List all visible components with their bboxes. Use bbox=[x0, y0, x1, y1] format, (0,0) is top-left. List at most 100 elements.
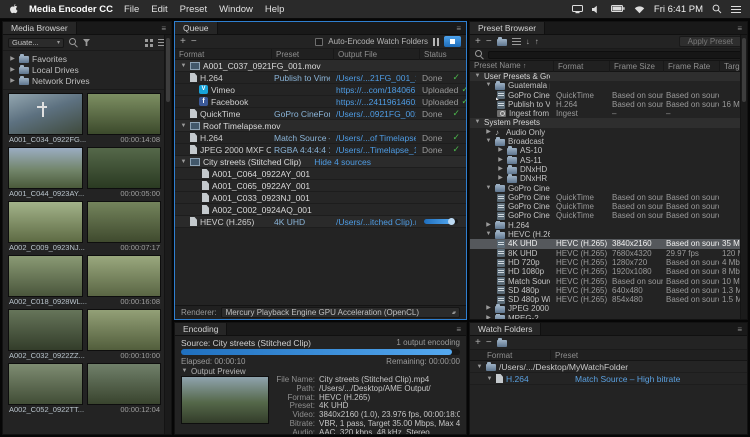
clip-cell[interactable]: A002_C018_0928WL... 00:00:16:08 bbox=[8, 255, 161, 306]
column-header-preset-name[interactable]: Preset Name ↑ bbox=[470, 60, 553, 72]
preset-row[interactable]: ▶ DNxHR MXF OP1a bbox=[470, 174, 747, 183]
disclosure-icon[interactable]: ▶ bbox=[497, 146, 504, 155]
preset-row[interactable]: ▶ Audio Only bbox=[470, 128, 747, 137]
output-link[interactable]: https://...24119614602283 bbox=[336, 97, 416, 107]
queue-row[interactable]: A001_C065_0922AY_001 ✓ bbox=[175, 180, 466, 192]
disclosure-icon[interactable]: ▼ bbox=[474, 72, 481, 81]
column-header-frame-size[interactable]: Frame Size bbox=[609, 61, 663, 72]
queue-row[interactable]: Facebook https://...24119614602283 Uploa… bbox=[175, 96, 466, 108]
collapse-icon[interactable]: ▼ bbox=[486, 376, 493, 382]
preset-link[interactable]: RGBA 4:4:4:4 12-bit 300... bbox=[274, 145, 330, 155]
scrollbar[interactable] bbox=[740, 35, 747, 319]
preset-row[interactable]: Publish to Vimeo & Facebook H.264 Based … bbox=[470, 100, 747, 109]
tab-media-browser[interactable]: Media Browser bbox=[3, 22, 77, 34]
apple-menu-icon[interactable] bbox=[9, 4, 18, 15]
clip-thumbnail[interactable] bbox=[8, 309, 83, 351]
clip-cell[interactable]: A002_C052_0922TT... 00:00:12:04 bbox=[8, 363, 161, 414]
tab-encoding[interactable]: Encoding bbox=[175, 323, 227, 335]
preset-row[interactable]: ▼ User Presets & Groups bbox=[470, 72, 747, 81]
notification-center-icon[interactable] bbox=[731, 5, 741, 14]
remove-item-button[interactable]: − bbox=[191, 37, 197, 47]
clip-thumbnail[interactable] bbox=[87, 201, 162, 243]
add-watch-folder-button[interactable]: + bbox=[475, 338, 481, 348]
collapse-icon[interactable]: ▼ bbox=[180, 159, 187, 165]
pause-queue-button[interactable] bbox=[433, 38, 439, 46]
disclosure-icon[interactable]: ▶ bbox=[497, 165, 504, 174]
disclosure-icon[interactable]: ▶ bbox=[497, 156, 504, 165]
filter-icon[interactable] bbox=[83, 39, 90, 46]
disclosure-icon[interactable]: ▼ bbox=[485, 81, 492, 90]
create-preset-button[interactable]: + bbox=[475, 37, 481, 47]
output-link[interactable]: /Users/...0921FG_001.mov bbox=[336, 109, 416, 119]
queue-row[interactable]: Vimeo https://...com/184066142 Uploaded bbox=[175, 84, 466, 96]
clip-cell[interactable]: A001_C034_0922FG... 00:00:14:08 bbox=[8, 93, 161, 144]
preset-row[interactable]: GoPro CineForm RGB 12-bit with alpha Qui… bbox=[470, 193, 747, 202]
remove-watch-folder-button[interactable]: − bbox=[486, 338, 492, 348]
preset-row[interactable]: ▼ GoPro CineForm bbox=[470, 184, 747, 193]
collapse-icon[interactable]: ▼ bbox=[180, 123, 187, 129]
clip-cell[interactable]: A002_C009_0923NJ... 00:00:07:17 bbox=[8, 201, 161, 252]
watch-folder-row[interactable]: ▼ /Users/.../Desktop/MyWatchFolder bbox=[470, 361, 747, 373]
clip-thumbnail[interactable] bbox=[8, 363, 83, 405]
preset-row[interactable]: ▼ Guatemala presets bbox=[470, 81, 747, 90]
output-link[interactable]: /Users/...Timelapse_1.mxf bbox=[336, 145, 416, 155]
preset-row[interactable]: 8K UHD HEVC (H.265) 7680x4320 29.97 fps … bbox=[470, 249, 747, 258]
preset-row[interactable]: GoPro CineForm RGB 12-bit QuickTime Base… bbox=[470, 202, 747, 211]
collapse-icon[interactable]: ▼ bbox=[180, 63, 187, 69]
output-link[interactable]: /Users/...21FG_001_1.mp4 bbox=[336, 73, 416, 83]
wifi-icon[interactable] bbox=[634, 5, 645, 14]
source-select[interactable]: Guate... ▾ bbox=[8, 38, 64, 48]
clip-thumbnail[interactable] bbox=[87, 309, 162, 351]
tree-item[interactable]: ▶ Local Drives bbox=[3, 64, 171, 75]
preset-row[interactable]: GoPro CineForm RGB 12-bit with alpha (Al… bbox=[470, 91, 747, 100]
menu-clock[interactable]: Fri 6:41 PM bbox=[654, 4, 703, 15]
preset-row[interactable]: 4K UHD HEVC (H.265) 3840x2160 Based on s… bbox=[470, 239, 747, 248]
queue-row[interactable]: HEVC (H.265) 4K UHD /Users/...itched Cli… bbox=[175, 216, 466, 228]
clip-thumbnail[interactable] bbox=[8, 201, 83, 243]
scrollbar-thumb[interactable] bbox=[742, 38, 746, 102]
import-preset-button[interactable]: ↓ bbox=[526, 37, 530, 47]
preset-row[interactable]: ▼ Broadcast bbox=[470, 137, 747, 146]
panel-menu-icon[interactable]: ≡ bbox=[156, 22, 171, 34]
preset-row[interactable]: HD 720p HEVC (H.265) 1280x720 Based on s… bbox=[470, 258, 747, 267]
menu-item[interactable]: Preset bbox=[180, 4, 207, 15]
preset-row[interactable]: Match Source – High Bitrate HEVC (H.265)… bbox=[470, 277, 747, 286]
display-icon[interactable] bbox=[572, 5, 583, 14]
collapse-icon[interactable]: ▼ bbox=[476, 364, 483, 370]
preset-row[interactable]: GoPro CineForm YUV 10-bit QuickTime Base… bbox=[470, 211, 747, 220]
queue-row[interactable]: ▼ City streets (Stitched Clip) Hide 4 so… bbox=[175, 156, 466, 168]
tab-watch-folders[interactable]: Watch Folders bbox=[470, 323, 541, 335]
queue-row[interactable]: A002_C002_0924AQ_001 ✓ bbox=[175, 204, 466, 216]
preset-row[interactable]: Ingest from camera Ingest – – bbox=[470, 109, 747, 118]
volume-icon[interactable] bbox=[592, 5, 602, 14]
menu-item[interactable]: Edit bbox=[151, 4, 167, 15]
preset-row[interactable]: ▶ DNxHD MXF OP1a bbox=[470, 165, 747, 174]
scrollbar[interactable] bbox=[164, 35, 171, 434]
clip-thumbnail[interactable] bbox=[87, 147, 162, 189]
clip-thumbnail[interactable] bbox=[87, 255, 162, 297]
clip-thumbnail[interactable] bbox=[87, 363, 162, 405]
preset-settings-button[interactable] bbox=[512, 38, 521, 45]
battery-icon[interactable] bbox=[611, 5, 625, 13]
menu-item[interactable]: Window bbox=[219, 4, 253, 15]
output-link[interactable]: /Users/...of Timelapse.mp4 bbox=[336, 133, 416, 143]
disclosure-icon[interactable]: ▶ bbox=[497, 174, 504, 183]
preset-row[interactable]: SD 480p Wide HEVC (H.265) 854x480 Based … bbox=[470, 295, 747, 304]
preset-row[interactable]: SD 480p HEVC (H.265) 640x480 Based on so… bbox=[470, 286, 747, 295]
preset-row[interactable]: ▶ JPEG 2000 MXF OP1a bbox=[470, 304, 747, 313]
queue-row[interactable]: A001_C064_0922AY_001 ✓ bbox=[175, 168, 466, 180]
export-preset-button[interactable]: ↑ bbox=[535, 37, 539, 47]
preset-row[interactable]: ▶ MPEG-2 bbox=[470, 314, 747, 320]
spotlight-icon[interactable] bbox=[712, 4, 722, 14]
preset-row[interactable]: HD 1080p HEVC (H.265) 1920x1080 Based on… bbox=[470, 267, 747, 276]
queue-row[interactable]: H.264 Match Source – High bitr... /Users… bbox=[175, 132, 466, 144]
clip-thumbnail[interactable] bbox=[8, 255, 83, 297]
stop-queue-button[interactable] bbox=[444, 36, 461, 47]
output-link[interactable]: /Users/...itched Clip).mp4 bbox=[336, 217, 416, 227]
clip-cell[interactable]: A002_C032_0922ZZ... 00:00:10:00 bbox=[8, 309, 161, 360]
disclosure-icon[interactable]: ▶ bbox=[485, 128, 492, 137]
disclosure-icon[interactable]: ▶ bbox=[485, 314, 492, 320]
app-name-menu[interactable]: Media Encoder CC bbox=[29, 4, 113, 15]
preset-row[interactable]: ▶ AS-11 bbox=[470, 156, 747, 165]
disclosure-icon[interactable]: ▼ bbox=[485, 230, 492, 239]
